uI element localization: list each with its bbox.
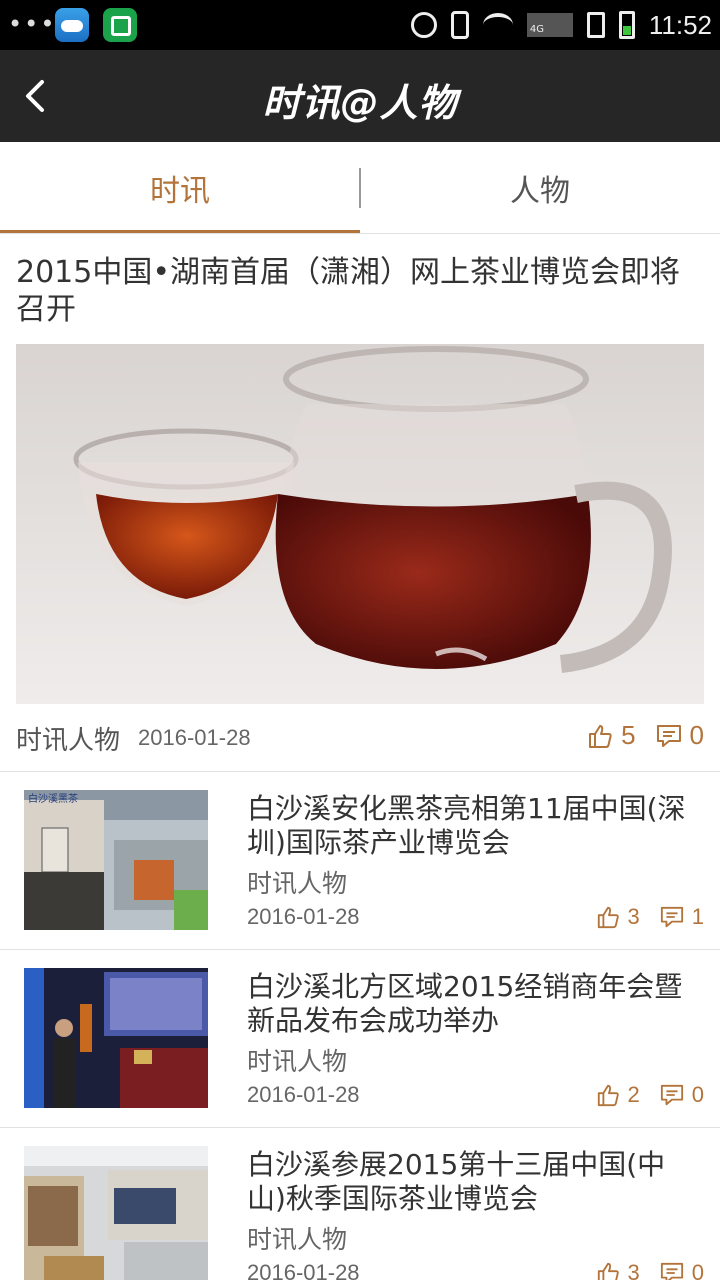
list-item[interactable]: 白沙溪黑茶 白沙溪安化黑茶亮相第11届中国(深圳)国际茶产业博览会 时讯人物 2…	[0, 772, 720, 950]
like-button[interactable]: 5	[587, 720, 636, 751]
like-count: 3	[627, 904, 640, 929]
like-button[interactable]: 3	[596, 1260, 640, 1280]
comment-button[interactable]: 0	[656, 720, 704, 751]
featured-image[interactable]	[16, 344, 704, 704]
comment-icon	[660, 1084, 683, 1106]
like-count: 3	[627, 1260, 640, 1280]
article-thumbnail[interactable]: 白沙溪黑茶	[24, 790, 208, 930]
article-source: 时讯人物	[247, 1225, 348, 1254]
wifi-icon	[482, 13, 513, 37]
like-count: 2	[627, 1082, 640, 1107]
article-source: 时讯人物	[247, 869, 348, 898]
comment-button[interactable]: 1	[660, 904, 704, 930]
like-button[interactable]: 2	[596, 1082, 640, 1108]
clock: 11:52	[648, 9, 712, 40]
page-title: 时讯@人物	[262, 81, 458, 125]
sim-alert-icon	[586, 12, 605, 38]
comment-button[interactable]: 0	[660, 1260, 704, 1280]
article-thumbnail[interactable]	[24, 1146, 208, 1280]
signal-icon: 4G	[526, 13, 573, 37]
comment-count: 0	[689, 720, 704, 750]
expo-booth-photo: 白沙溪黑茶	[24, 790, 208, 930]
featured-source: 时讯人物	[16, 725, 121, 756]
comment-icon	[660, 1262, 683, 1280]
tab-news[interactable]: 时讯	[0, 142, 360, 234]
tea-glassware-photo	[16, 344, 704, 704]
more-notifications-icon: •••	[8, 10, 57, 38]
article-date: 2016-01-28	[247, 1260, 360, 1280]
article-title[interactable]: 白沙溪北方区域2015经销商年会暨新品发布会成功举办	[247, 970, 697, 1038]
title-bar: 时讯@人物	[0, 50, 720, 142]
tab-bar: 时讯 人物	[0, 142, 720, 234]
status-bar: ••• 4G 11:52	[0, 0, 720, 50]
article-title[interactable]: 白沙溪安化黑茶亮相第11届中国(深圳)国际茶产业博览会	[247, 792, 697, 860]
article-date: 2016-01-28	[247, 1082, 360, 1107]
app-notification-icon	[103, 8, 137, 42]
network-type-label: 4G	[529, 24, 544, 35]
featured-title[interactable]: 2015中国•湖南首届（潇湘）网上茶业博览会即将召开	[16, 254, 706, 328]
comment-icon	[656, 724, 681, 747]
thumbs-up-icon	[597, 906, 619, 929]
like-count: 5	[621, 720, 636, 750]
status-icons: 4G 11:52	[410, 8, 712, 42]
article-counts: 3 0	[596, 1260, 704, 1280]
comment-count: 0	[691, 1260, 704, 1280]
featured-article[interactable]: 2015中国•湖南首届（潇湘）网上茶业博览会即将召开 时讯人物 2016-01-…	[0, 236, 720, 772]
like-button[interactable]: 3	[596, 904, 640, 930]
comment-count: 0	[691, 1082, 704, 1107]
article-counts: 3 1	[596, 904, 704, 930]
featured-date: 2016-01-28	[138, 725, 251, 750]
article-title[interactable]: 白沙溪参展2015第十三届中国(中山)秋季国际茶业博览会	[247, 1148, 697, 1216]
battery-icon	[618, 11, 635, 39]
article-thumbnail[interactable]	[24, 968, 208, 1108]
article-counts: 2 0	[596, 1082, 704, 1108]
svg-text:白沙溪黑茶: 白沙溪黑茶	[28, 792, 78, 805]
comment-count: 1	[691, 904, 704, 929]
active-tab-indicator	[0, 230, 360, 233]
article-date: 2016-01-28	[247, 904, 360, 929]
thumbs-up-icon	[597, 1084, 619, 1107]
featured-meta: 时讯人物 2016-01-28	[16, 718, 251, 758]
tab-people[interactable]: 人物	[360, 142, 720, 234]
featured-counts: 5 0	[587, 720, 704, 751]
article-source: 时讯人物	[247, 1047, 348, 1076]
exhibition-hall-photo	[24, 1146, 208, 1280]
vibrate-icon	[450, 11, 469, 39]
list-item[interactable]: 白沙溪北方区域2015经销商年会暨新品发布会成功举办 时讯人物 2016-01-…	[0, 950, 720, 1128]
thumbs-up-icon	[597, 1262, 619, 1280]
comment-icon	[660, 906, 683, 928]
thumbs-up-icon	[589, 724, 612, 748]
list-item[interactable]: 白沙溪参展2015第十三届中国(中山)秋季国际茶业博览会 时讯人物 2016-0…	[0, 1128, 720, 1280]
weather-app-icon	[55, 8, 89, 42]
conference-photo	[24, 968, 208, 1108]
comment-button[interactable]: 0	[660, 1082, 704, 1108]
alarm-icon	[410, 12, 437, 38]
